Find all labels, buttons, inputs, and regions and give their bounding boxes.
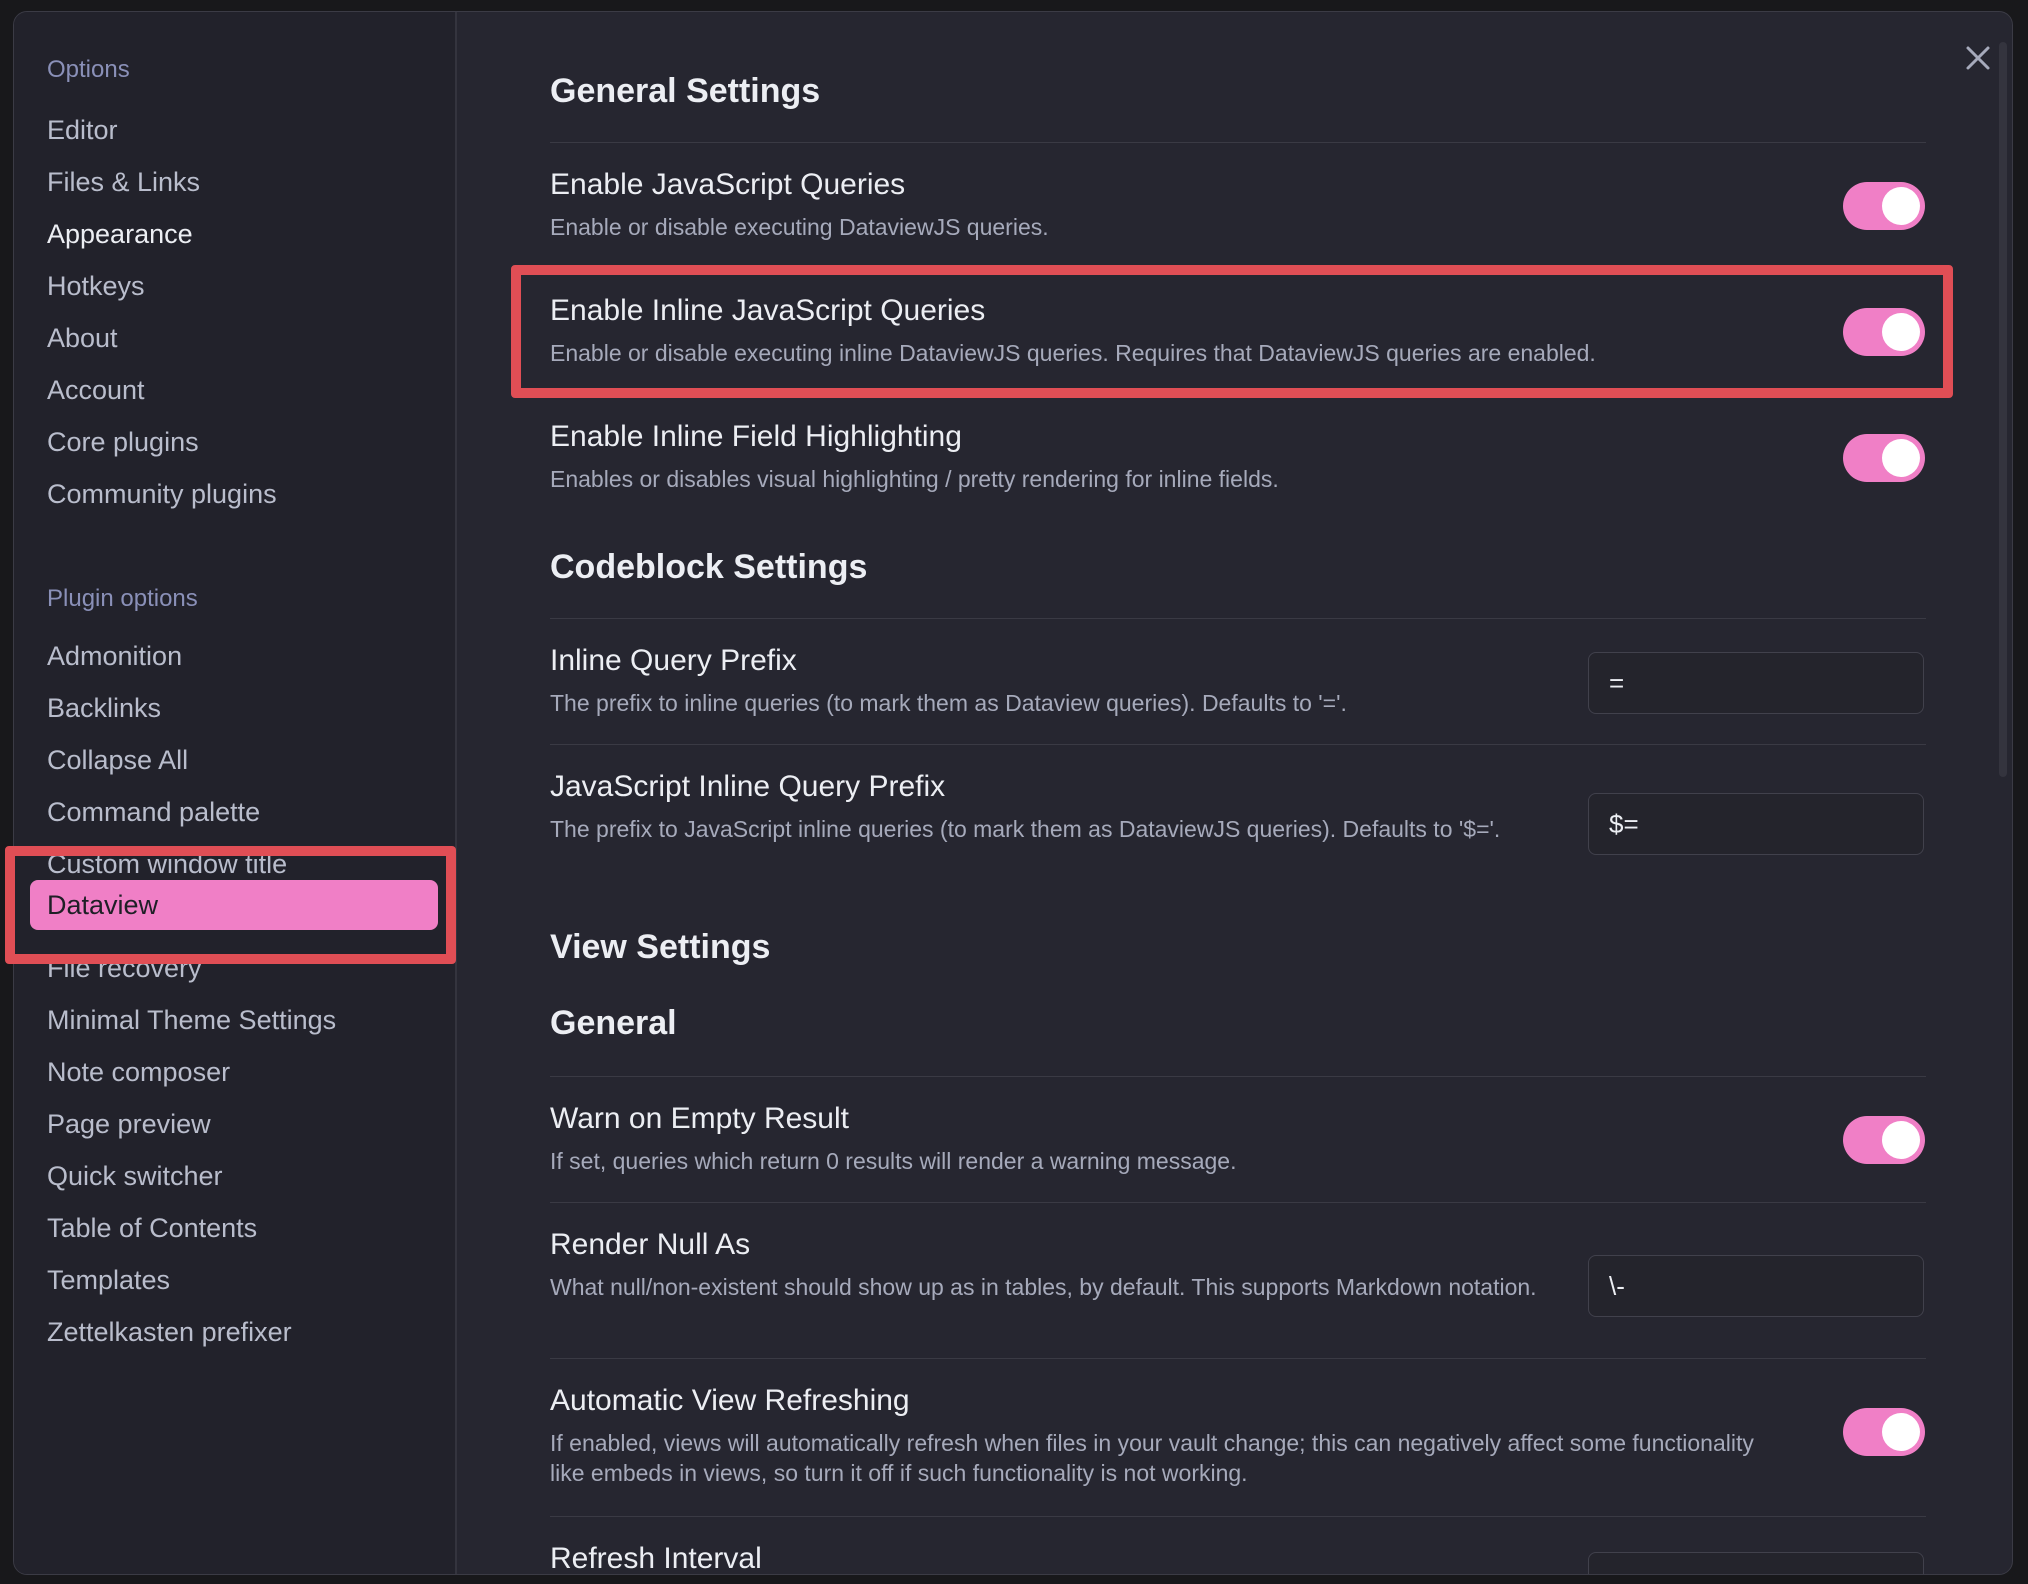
sidebar-item-quick-switcher[interactable]: Quick switcher [47, 1156, 223, 1196]
sidebar-item-note-composer[interactable]: Note composer [47, 1052, 230, 1092]
divider [550, 1516, 1926, 1517]
js-inline-query-prefix-input[interactable] [1588, 793, 1924, 855]
divider [550, 1358, 1926, 1359]
toggle-knob [1882, 1413, 1920, 1451]
sidebar-item-core-plugins[interactable]: Core plugins [47, 422, 199, 462]
toggle-knob [1882, 313, 1920, 351]
general-settings-title: General Settings [550, 72, 821, 110]
field-highlighting-name: Enable Inline Field Highlighting [550, 420, 962, 453]
general-subsection-title: General [550, 1004, 677, 1042]
auto-refresh-desc: If enabled, views will automatically ref… [550, 1430, 1754, 1486]
divider [550, 142, 1926, 143]
inline-js-queries-toggle[interactable] [1843, 308, 1925, 356]
sidebar-item-zettelkasten-prefixer[interactable]: Zettelkasten prefixer [47, 1312, 292, 1352]
sidebar-item-templates[interactable]: Templates [47, 1260, 170, 1300]
warn-empty-result-desc: If set, queries which return 0 results w… [550, 1148, 1237, 1174]
inline-js-queries-name: Enable Inline JavaScript Queries [550, 294, 986, 327]
render-null-as-name: Render Null As [550, 1228, 751, 1261]
settings-sidebar: Options Editor Files & Links Appearance … [14, 12, 457, 1574]
sidebar-item-collapse-all[interactable]: Collapse All [47, 740, 188, 780]
sidebar-item-files-links[interactable]: Files & Links [47, 162, 200, 202]
js-queries-toggle[interactable] [1843, 182, 1925, 230]
codeblock-settings-title: Codeblock Settings [550, 548, 868, 586]
divider [550, 1076, 1926, 1077]
settings-content: General Settings Enable JavaScript Queri… [457, 12, 2012, 1574]
options-heading: Options [47, 56, 130, 83]
divider [550, 268, 1926, 269]
scrollbar[interactable] [1999, 42, 2007, 777]
render-null-as-input[interactable] [1588, 1255, 1924, 1317]
inline-query-prefix-input[interactable] [1588, 652, 1924, 714]
render-null-as-desc: What null/non-existent should show up as… [550, 1274, 1537, 1300]
plugin-options-heading: Plugin options [47, 585, 198, 612]
divider [550, 618, 1926, 619]
sidebar-item-appearance[interactable]: Appearance [47, 214, 193, 254]
sidebar-item-custom-window-title[interactable]: Custom window title [47, 844, 287, 884]
field-highlighting-toggle[interactable] [1843, 434, 1925, 482]
sidebar-item-hotkeys[interactable]: Hotkeys [47, 266, 145, 306]
sidebar-item-dataview[interactable]: Dataview [30, 880, 438, 930]
sidebar-item-community-plugins[interactable]: Community plugins [47, 474, 277, 514]
toggle-knob [1882, 439, 1920, 477]
view-settings-title: View Settings [550, 928, 771, 966]
sidebar-item-file-recovery[interactable]: File recovery [47, 948, 202, 988]
divider [550, 744, 1926, 745]
sidebar-item-backlinks[interactable]: Backlinks [47, 688, 161, 728]
inline-js-queries-desc: Enable or disable executing inline Datav… [550, 340, 1596, 366]
inline-query-prefix-name: Inline Query Prefix [550, 644, 797, 677]
toggle-knob [1882, 187, 1920, 225]
inline-query-prefix-desc: The prefix to inline queries (to mark th… [550, 690, 1347, 716]
close-icon[interactable] [1958, 38, 1998, 78]
sidebar-item-about[interactable]: About [47, 318, 118, 358]
js-inline-query-prefix-desc: The prefix to JavaScript inline queries … [550, 816, 1501, 842]
settings-modal: Options Editor Files & Links Appearance … [13, 11, 2013, 1575]
js-inline-query-prefix-name: JavaScript Inline Query Prefix [550, 770, 946, 803]
warn-empty-result-toggle[interactable] [1843, 1116, 1925, 1164]
sidebar-item-page-preview[interactable]: Page preview [47, 1104, 211, 1144]
refresh-interval-input[interactable] [1588, 1552, 1924, 1574]
js-queries-desc: Enable or disable executing DataviewJS q… [550, 214, 1049, 240]
sidebar-item-table-of-contents[interactable]: Table of Contents [47, 1208, 257, 1248]
sidebar-item-account[interactable]: Account [47, 370, 145, 410]
auto-refresh-toggle[interactable] [1843, 1408, 1925, 1456]
sidebar-item-admonition[interactable]: Admonition [47, 636, 182, 676]
toggle-knob [1882, 1121, 1920, 1159]
sidebar-item-command-palette[interactable]: Command palette [47, 792, 260, 832]
refresh-interval-name: Refresh Interval [550, 1542, 762, 1575]
divider [550, 394, 1926, 395]
js-queries-name: Enable JavaScript Queries [550, 168, 906, 201]
divider [550, 1202, 1926, 1203]
field-highlighting-desc: Enables or disables visual highlighting … [550, 466, 1279, 492]
warn-empty-result-name: Warn on Empty Result [550, 1102, 849, 1135]
auto-refresh-name: Automatic View Refreshing [550, 1384, 910, 1417]
sidebar-item-minimal-theme-settings[interactable]: Minimal Theme Settings [47, 1000, 336, 1040]
sidebar-item-editor[interactable]: Editor [47, 110, 118, 150]
